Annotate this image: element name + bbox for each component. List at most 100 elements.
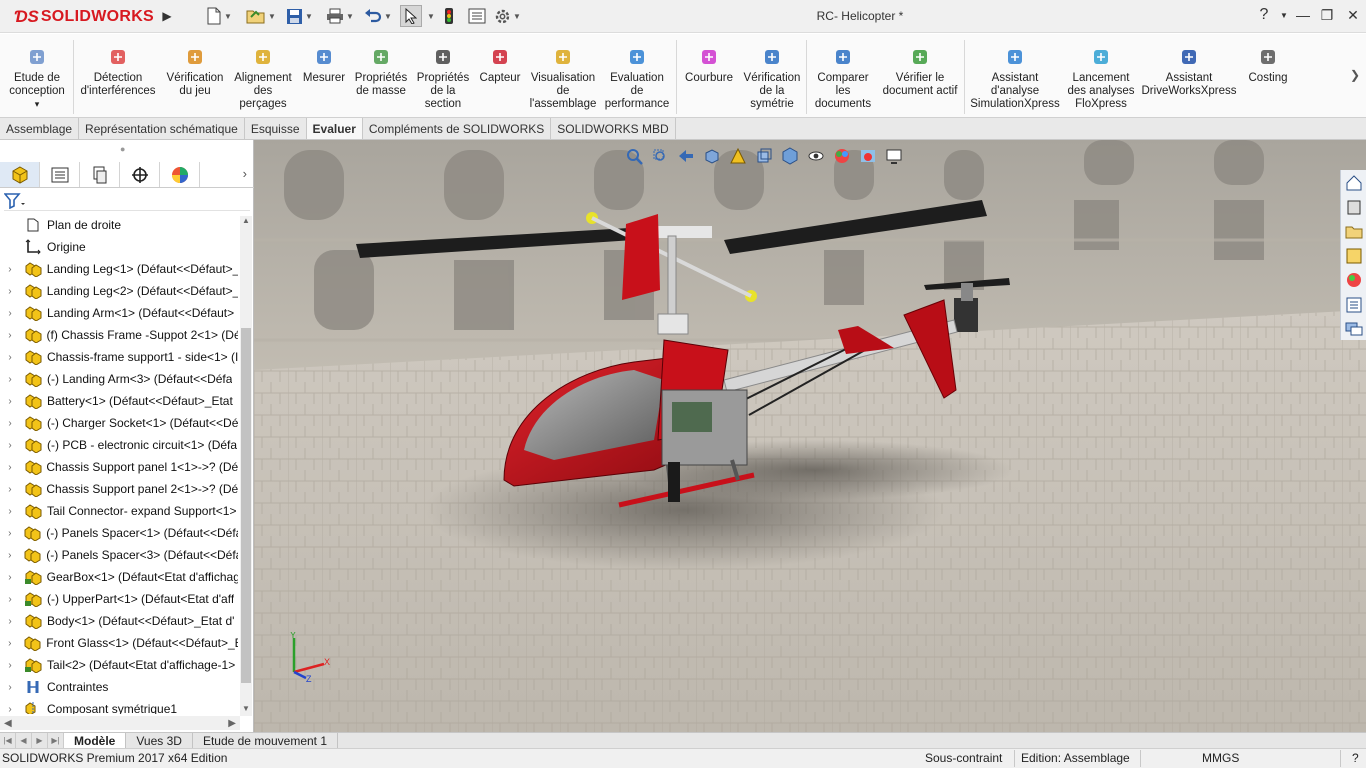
expand-arrow-icon[interactable]: › bbox=[3, 704, 17, 715]
file-properties-button[interactable] bbox=[468, 5, 486, 27]
display-style-icon[interactable] bbox=[780, 146, 800, 166]
chevron-down-icon[interactable]: ▼ bbox=[384, 12, 392, 21]
solidworks-resources-icon[interactable] bbox=[1343, 172, 1365, 193]
expand-arrow-icon[interactable]: › bbox=[3, 572, 17, 583]
previous-tab-icon[interactable]: ◀ bbox=[16, 733, 32, 748]
tree-item[interactable]: › (-) PCB - electronic circuit<1> (Défa bbox=[0, 434, 238, 456]
expand-arrow-icon[interactable]: › bbox=[3, 550, 17, 561]
tree-item[interactable]: › (-) Landing Arm<3> (Défaut<<Défa bbox=[0, 368, 238, 390]
tree-vertical-scrollbar[interactable]: ▲ ▼ bbox=[240, 216, 252, 716]
section-properties-button[interactable]: Propriétés de la section bbox=[412, 36, 474, 116]
tree-horizontal-scrollbar[interactable]: ◀ ▶ bbox=[0, 716, 240, 730]
tree-item[interactable]: › (-) Panels Spacer<3> (Défaut<<Défa bbox=[0, 544, 238, 566]
mass-properties-button[interactable]: Propriétés de masse bbox=[352, 36, 410, 116]
expand-arrow-icon[interactable]: › bbox=[3, 396, 17, 407]
dimxpert-manager-tab[interactable] bbox=[120, 162, 160, 187]
expand-arrow-icon[interactable]: › bbox=[3, 418, 17, 429]
panel-grip-icon[interactable]: ● bbox=[120, 144, 128, 154]
tab-compl-ments-de-solidworks[interactable]: Compléments de SOLIDWORKS bbox=[362, 118, 552, 139]
status-help-button[interactable]: ? bbox=[1352, 751, 1359, 765]
appearances-scenes-icon[interactable] bbox=[1343, 270, 1365, 291]
property-manager-tab[interactable] bbox=[40, 162, 80, 187]
tree-item[interactable]: › Front Glass<1> (Défaut<<Défaut>_E bbox=[0, 632, 238, 654]
design-library-icon[interactable] bbox=[1343, 196, 1365, 217]
zoom-to-fit-icon[interactable] bbox=[624, 146, 644, 166]
chevron-down-icon[interactable]: ▾ bbox=[35, 98, 40, 111]
chevron-down-icon[interactable]: ▼ bbox=[346, 12, 354, 21]
previous-view-icon[interactable] bbox=[676, 146, 696, 166]
measure-button[interactable]: Mesurer bbox=[300, 36, 348, 116]
expand-arrow-icon[interactable]: › bbox=[3, 638, 17, 649]
tree-item[interactable]: Origine bbox=[0, 236, 238, 258]
clearance-verification-button[interactable]: Vérification du jeu bbox=[160, 36, 230, 116]
tree-item[interactable]: › GearBox<1> (Défaut<Etat d'affichag bbox=[0, 566, 238, 588]
chevron-down-icon[interactable]: ▼ bbox=[425, 5, 435, 27]
select-pointer-button[interactable] bbox=[400, 5, 422, 27]
hide-show-items-icon[interactable] bbox=[806, 146, 826, 166]
undo-button[interactable]: ▼ bbox=[364, 5, 392, 27]
tab-vues-3d[interactable]: Vues 3D bbox=[126, 733, 193, 748]
sensor-button[interactable]: Capteur bbox=[476, 36, 524, 116]
expand-arrow-icon[interactable]: › bbox=[3, 660, 17, 671]
last-tab-icon[interactable]: ▶| bbox=[48, 733, 64, 748]
expand-arrow-icon[interactable]: › bbox=[3, 330, 17, 341]
tab-solidworks-mbd[interactable]: SOLIDWORKS MBD bbox=[551, 118, 676, 139]
restore-button[interactable]: ❐ bbox=[1315, 4, 1339, 26]
costing-button[interactable]: Costing bbox=[1240, 36, 1296, 116]
tree-item[interactable]: › (f) Chassis Frame -Suppot 2<1> (Dé bbox=[0, 324, 238, 346]
tree-item[interactable]: › (-) UpperPart<1> (Défaut<Etat d'aff bbox=[0, 588, 238, 610]
custom-properties-icon[interactable] bbox=[1343, 294, 1365, 315]
tab-evaluer[interactable]: Evaluer bbox=[306, 118, 363, 139]
expand-arrow-icon[interactable]: › bbox=[3, 528, 17, 539]
expand-arrow-icon[interactable]: › bbox=[3, 352, 17, 363]
chevron-down-icon[interactable]: ▼ bbox=[224, 12, 232, 21]
feature-manager-tab[interactable] bbox=[0, 162, 40, 187]
tab-etude-de-mouvement-1[interactable]: Etude de mouvement 1 bbox=[193, 733, 339, 748]
tree-item[interactable]: › Landing Leg<1> (Défaut<<Défaut>_ bbox=[0, 258, 238, 280]
simulationxpress-button[interactable]: Assistant d'analyse SimulationXpress bbox=[968, 36, 1062, 116]
menu-expand-arrow-icon[interactable]: ▶ bbox=[158, 4, 176, 28]
unit-system-selector[interactable]: MMGS bbox=[1202, 751, 1239, 765]
performance-evaluation-button[interactable]: Evaluation de performance bbox=[601, 36, 673, 116]
tree-item[interactable]: › Tail Connector- expand Support<1> bbox=[0, 500, 238, 522]
edit-appearance-icon[interactable] bbox=[832, 146, 852, 166]
expand-arrow-icon[interactable]: › bbox=[3, 264, 17, 275]
expand-arrow-icon[interactable]: › bbox=[3, 616, 17, 627]
tree-item[interactable]: › Chassis Support panel 2<1>->? (Déf bbox=[0, 478, 238, 500]
tree-item[interactable]: Plan de droite bbox=[0, 214, 238, 236]
file-explorer-icon[interactable] bbox=[1343, 221, 1365, 242]
tree-item[interactable]: › Chassis-frame support1 - side<1> (I bbox=[0, 346, 238, 368]
tree-item[interactable]: › Composant symétrique1 bbox=[0, 698, 238, 714]
scrollbar-thumb[interactable] bbox=[241, 328, 251, 683]
options-gear-button[interactable]: ▼ bbox=[494, 5, 521, 27]
close-button[interactable]: ✕ bbox=[1341, 4, 1365, 26]
chevron-down-icon[interactable]: ▼ bbox=[513, 12, 521, 21]
new-document-button[interactable]: ▼ bbox=[206, 5, 232, 27]
hole-alignment-button[interactable]: Alignement des perçages bbox=[230, 36, 296, 116]
open-document-button[interactable]: ▼ bbox=[246, 5, 276, 27]
ribbon-more-chevron-icon[interactable]: ❯ bbox=[1350, 68, 1360, 82]
expand-arrow-icon[interactable]: › bbox=[3, 594, 17, 605]
symmetry-check-button[interactable]: Vérification de la symétrie bbox=[740, 36, 804, 116]
expand-arrow-icon[interactable]: › bbox=[3, 308, 17, 319]
section-view-icon[interactable] bbox=[702, 146, 722, 166]
expand-arrow-icon[interactable]: › bbox=[3, 286, 17, 297]
expand-arrow-icon[interactable]: › bbox=[3, 484, 17, 495]
first-tab-icon[interactable]: |◀ bbox=[0, 733, 16, 748]
tree-item[interactable]: › Chassis Support panel 1<1>->? (Déf bbox=[0, 456, 238, 478]
save-button[interactable]: ▼ bbox=[286, 5, 313, 27]
tree-item[interactable]: › (-) Panels Spacer<1> (Défaut<<Défa bbox=[0, 522, 238, 544]
solidworks-forum-icon[interactable] bbox=[1343, 319, 1365, 340]
view-palette-icon[interactable] bbox=[1343, 245, 1365, 266]
chevron-down-icon[interactable]: ▼ bbox=[268, 12, 276, 21]
expand-arrow-icon[interactable]: › bbox=[3, 462, 17, 473]
expand-arrow-icon[interactable]: › bbox=[3, 506, 17, 517]
scroll-down-icon[interactable]: ▼ bbox=[240, 704, 252, 716]
tree-item[interactable]: › Body<1> (Défaut<<Défaut>_Etat d' bbox=[0, 610, 238, 632]
display-manager-tab[interactable] bbox=[160, 162, 200, 187]
expand-arrow-icon[interactable]: › bbox=[3, 682, 17, 693]
zoom-to-area-icon[interactable] bbox=[650, 146, 670, 166]
assembly-visualization-button[interactable]: Visualisation de l'assemblage bbox=[527, 36, 599, 116]
driveworksxpress-button[interactable]: Assistant DriveWorksXpress bbox=[1141, 36, 1237, 116]
tree-item[interactable]: › Battery<1> (Défaut<<Défaut>_Etat bbox=[0, 390, 238, 412]
